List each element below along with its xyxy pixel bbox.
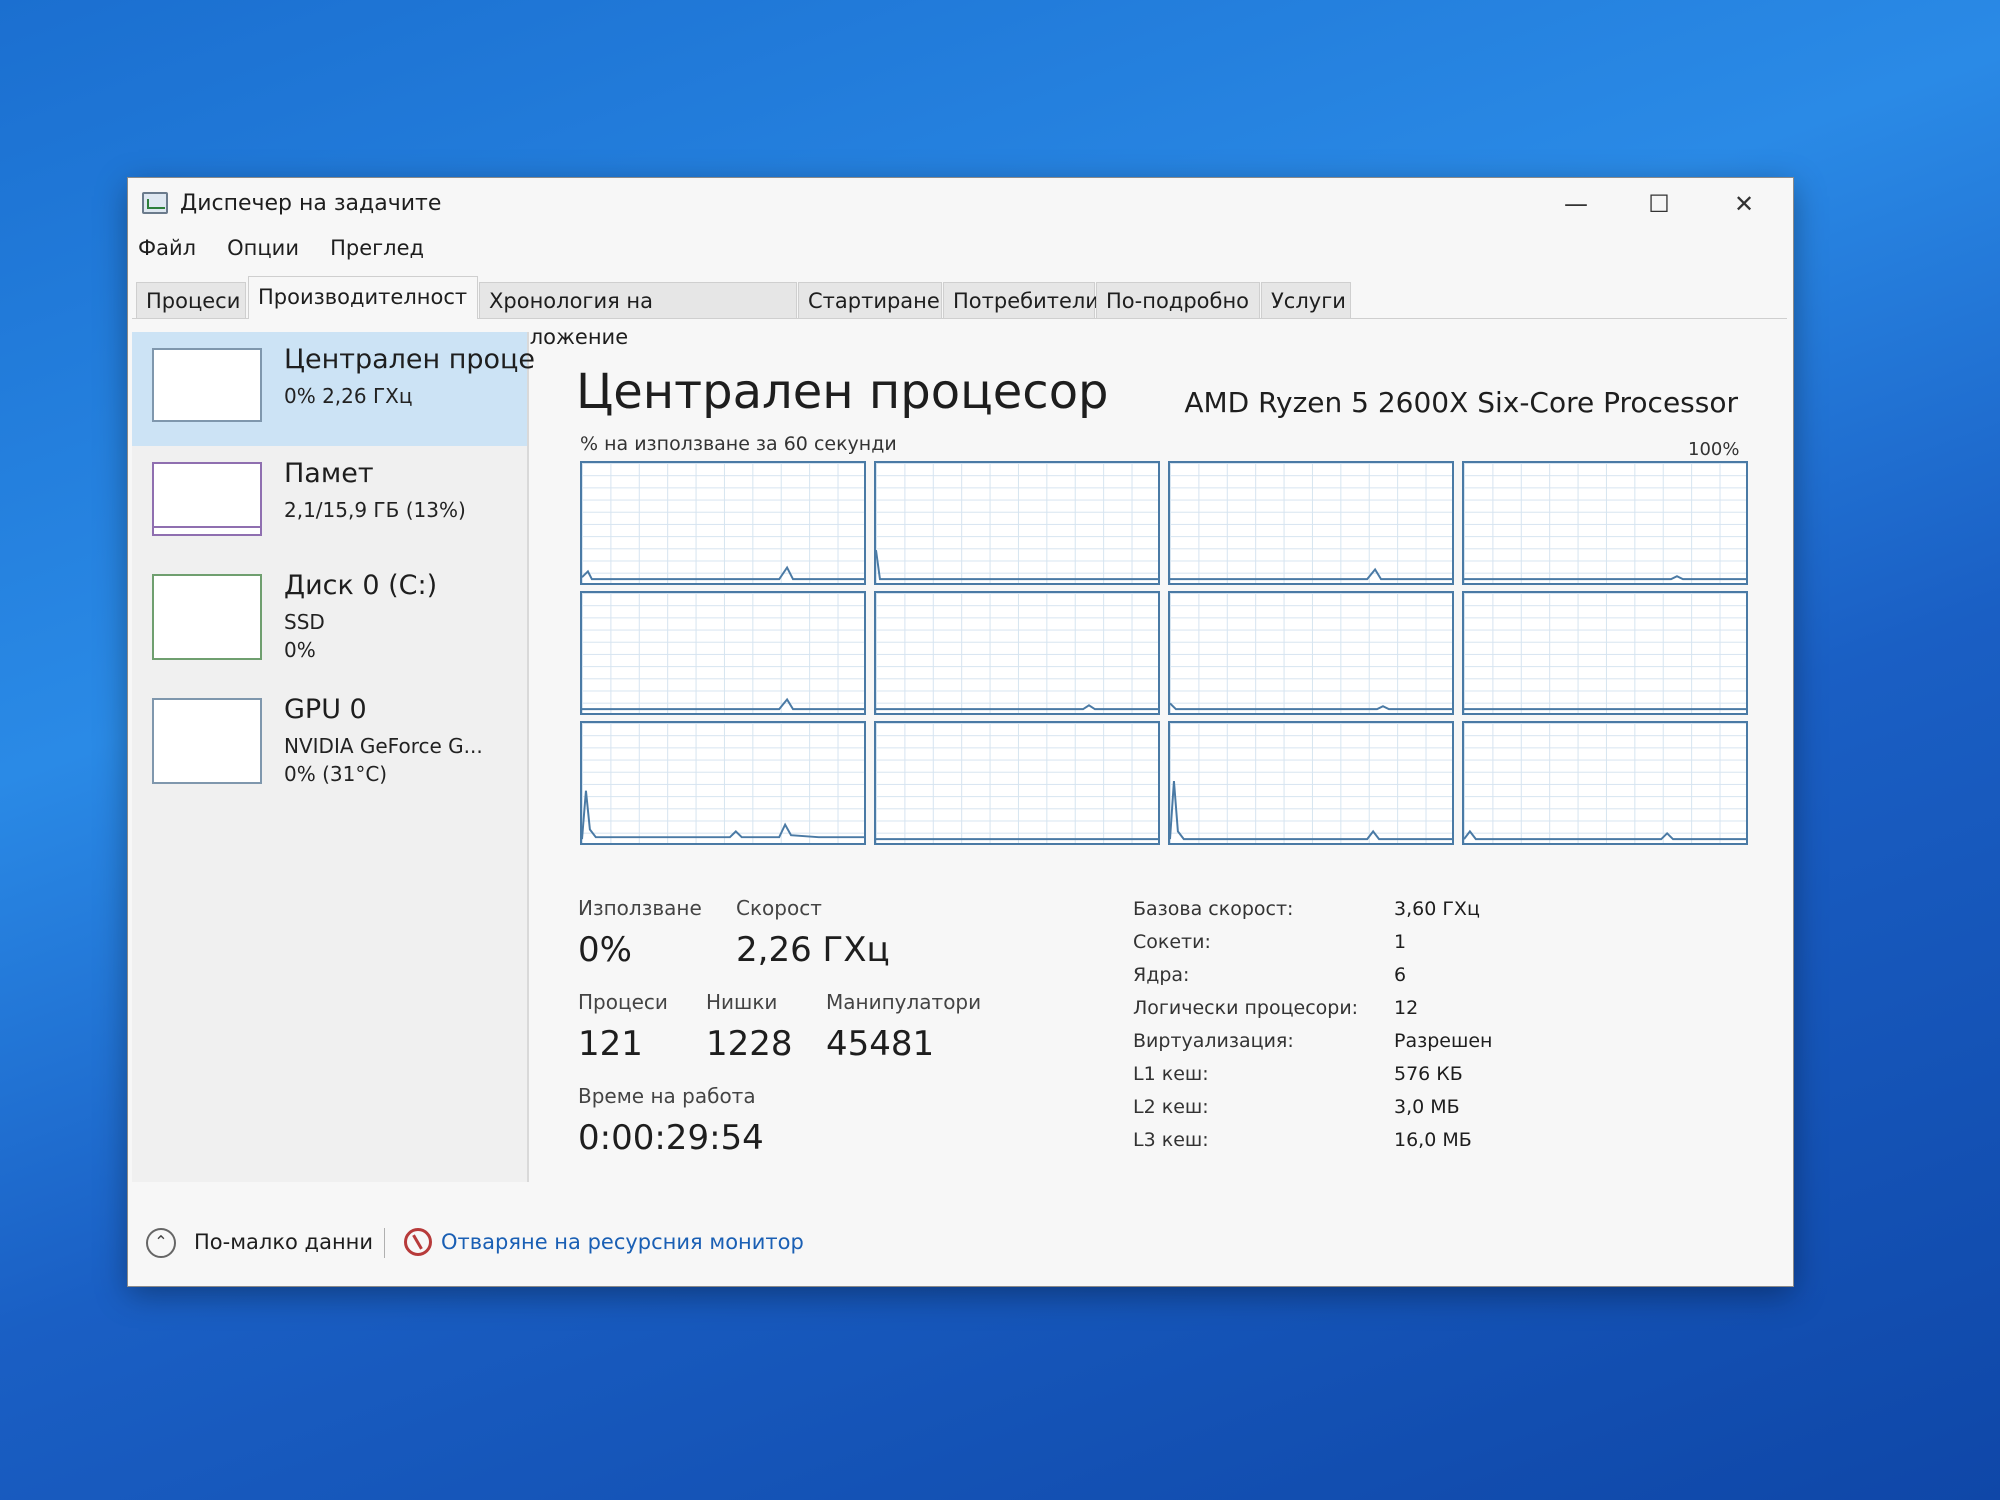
sidebar-item-sub: 0% (31°C) [284,762,388,786]
detail-key: Базова скорост: [1133,898,1294,920]
fewer-details-link[interactable]: По-малко данни [194,1230,373,1254]
sidebar-item-cpu[interactable]: Централен проце 0% 2,26 ГХц [132,332,535,446]
sidebar-item-sub: 0% 2,26 ГХц [284,384,413,408]
open-resource-monitor-link[interactable]: Отваряне на ресурсния монитор [441,1230,804,1254]
cpu-core-graph [874,461,1160,585]
detail-value: 3,0 МБ [1394,1096,1460,1118]
cpu-core-graph [580,721,866,845]
close-icon[interactable]: ✕ [1716,186,1772,222]
footer-bar: ⌃ По-малко данни Отваряне на ресурсния м… [128,1218,1793,1270]
disk-mini-graph [152,574,262,660]
cpu-core-graph [580,591,866,715]
sidebar-item-label: Памет [284,458,374,489]
graph-max-label: 100% [1688,439,1740,460]
processes-value: 121 [578,1024,643,1064]
sidebar-item-sub: 0% [284,638,316,662]
speed-value: 2,26 ГХц [736,930,890,970]
cpu-core-graph [874,591,1160,715]
detail-key: L2 кеш: [1133,1096,1209,1118]
usage-label: Използване [578,896,702,920]
menu-options[interactable]: Опции [227,236,299,260]
tab-startup[interactable]: Стартиране [798,282,942,318]
resource-monitor-icon[interactable] [404,1228,432,1256]
detail-key: Сокети: [1133,931,1211,953]
memory-mini-graph [152,462,262,536]
menu-bar: Файл Опции Преглед [138,236,450,268]
cpu-mini-graph [152,348,262,422]
cpu-core-graph [1462,591,1748,715]
sidebar-item-gpu[interactable]: GPU 0 NVIDIA GeForce G... 0% (31°C) [132,682,527,802]
detail-value: 3,60 ГХц [1394,898,1480,920]
cpu-model: AMD Ryzen 5 2600X Six-Core Processor [1184,386,1738,419]
sidebar-item-disk[interactable]: Диск 0 (C:) SSD 0% [132,558,527,678]
footer-divider [384,1228,385,1258]
tab-services[interactable]: Услуги [1261,282,1351,318]
handles-label: Манипулатори [826,990,982,1014]
page-title: Централен процесор [576,364,1109,420]
window-title: Диспечер на задачите [180,191,442,216]
sidebar-item-sub: SSD [284,610,325,634]
detail-value: Разрешен [1394,1030,1493,1052]
handles-value: 45481 [826,1024,935,1064]
detail-value: 1 [1394,931,1407,953]
processes-label: Процеси [578,990,668,1014]
detail-key: L1 кеш: [1133,1063,1209,1085]
tab-details[interactable]: По-подробно [1096,282,1260,318]
task-manager-window: Диспечер на задачите — ☐ ✕ Файл Опции Пр… [128,178,1793,1286]
chevron-up-icon[interactable]: ⌃ [146,1228,176,1258]
sidebar-item-label: GPU 0 [284,694,367,725]
tab-app-history[interactable]: Хронология на приложение [479,282,797,349]
detail-key: Логически процесори: [1133,997,1359,1019]
minimize-icon[interactable]: — [1548,186,1604,222]
cpu-core-graph [1462,461,1748,585]
tab-performance[interactable]: Производителност [248,276,478,319]
usage-value: 0% [578,930,632,970]
menu-view[interactable]: Преглед [330,236,424,260]
sidebar-item-sub: 2,1/15,9 ГБ (13%) [284,498,466,522]
tab-strip: Процеси Производителност Хронология на п… [132,276,1787,349]
threads-label: Нишки [706,990,778,1014]
graph-caption: % на използване за 60 секунди [580,433,897,455]
detail-value: 576 КБ [1394,1063,1463,1085]
detail-key: L3 кеш: [1133,1129,1209,1151]
resource-sidebar: Централен проце 0% 2,26 ГХц Памет 2,1/15… [132,332,535,1182]
sidebar-item-sub: NVIDIA GeForce G... [284,734,483,758]
cpu-core-graph [1168,461,1454,585]
detail-value: 12 [1394,997,1419,1019]
cpu-core-graph [580,461,866,585]
detail-key: Ядра: [1133,964,1190,986]
gpu-mini-graph [152,698,262,784]
title-bar[interactable]: Диспечер на задачите — ☐ ✕ [128,178,1793,228]
maximize-icon[interactable]: ☐ [1631,186,1687,222]
menu-file[interactable]: Файл [138,236,196,260]
threads-value: 1228 [706,1024,793,1064]
detail-key: Виртуализация: [1133,1030,1294,1052]
speed-label: Скорост [736,896,822,920]
sidebar-item-label: Диск 0 (C:) [284,570,438,601]
task-manager-icon [142,192,168,214]
cpu-core-graph [874,721,1160,845]
logical-processor-graphs [580,461,1748,846]
detail-value: 16,0 МБ [1394,1129,1472,1151]
uptime-value: 0:00:29:54 [578,1118,764,1158]
cpu-core-graph [1462,721,1748,845]
cpu-core-graph [1168,721,1454,845]
tab-processes[interactable]: Процеси [136,282,246,318]
uptime-label: Време на работа [578,1084,756,1108]
cpu-core-graph [1168,591,1454,715]
sidebar-item-memory[interactable]: Памет 2,1/15,9 ГБ (13%) [132,446,527,560]
tab-users[interactable]: Потребители [943,282,1099,318]
sidebar-item-label: Централен проце [284,344,536,375]
detail-value: 6 [1394,964,1407,986]
